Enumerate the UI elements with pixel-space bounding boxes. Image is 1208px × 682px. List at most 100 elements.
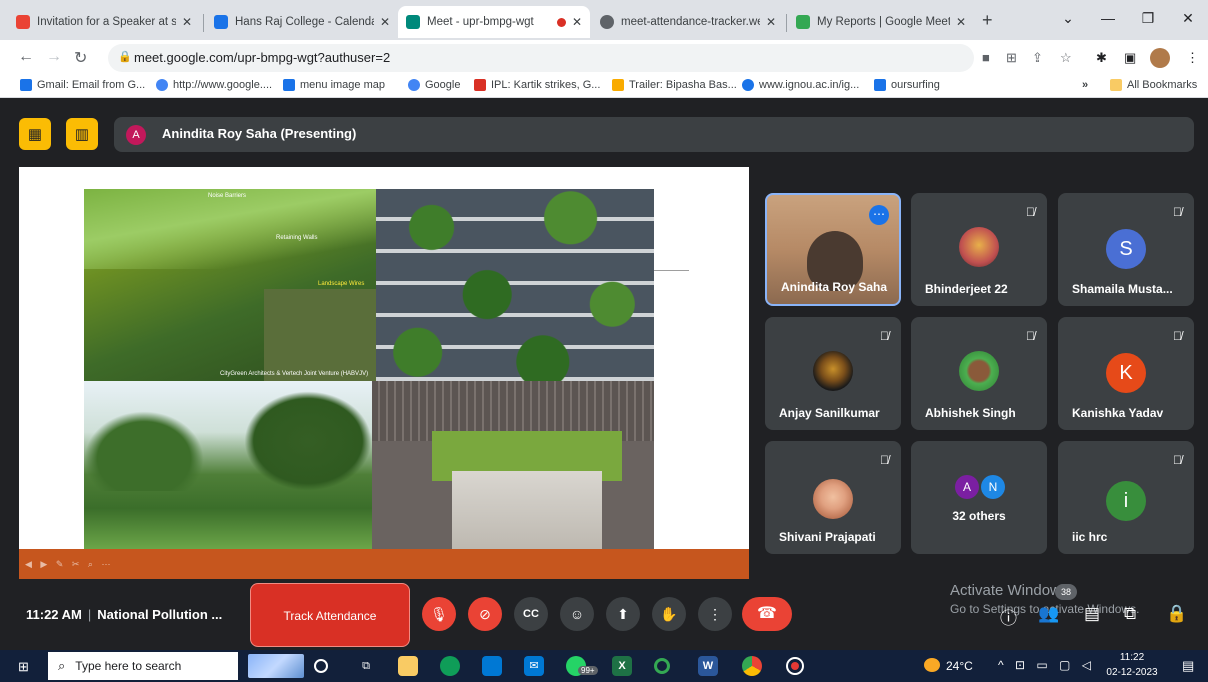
file-explorer-icon[interactable] (398, 656, 418, 676)
bookmark-menu-image-map[interactable]: menu image map (283, 79, 385, 91)
bookmark-oursurfing[interactable]: oursurfing (874, 79, 940, 91)
layout-icon[interactable]: ▦ (19, 118, 51, 150)
onedrive-icon[interactable] (654, 658, 670, 674)
search-placeholder[interactable]: Type here to search (75, 659, 181, 673)
raise-hand-button[interactable]: ✋ (652, 597, 686, 631)
tab-my-reports[interactable]: My Reports | Google Meet A ✕ (788, 6, 974, 38)
camera-icon[interactable]: ■ (982, 50, 990, 65)
recorder-icon[interactable] (786, 657, 804, 675)
participant-tile-shivani[interactable]: 🎙̸ Shivani Prajapati (765, 441, 901, 554)
participant-tile-abhishek[interactable]: 🎙̸ Abhishek Singh (911, 317, 1047, 430)
mail-icon[interactable]: ✉ (524, 656, 544, 676)
extensions-icon[interactable]: ✱ (1096, 50, 1107, 66)
participant-name: iic hrc (1072, 530, 1108, 544)
menu-icon[interactable]: ⋮ (1186, 50, 1199, 66)
task-view-icon[interactable]: ⧉ (356, 656, 376, 676)
bookmark-star-icon[interactable]: ☆ (1060, 50, 1072, 66)
windows-taskbar: ⊞ ⌕ Type here to search ⧉ ✉ 99+ X W 24°C… (0, 650, 1208, 682)
chrome-icon[interactable] (742, 656, 762, 676)
participant-tile-shamaila[interactable]: 🎙̸ S Shamaila Musta... (1058, 193, 1194, 306)
bookmark-google-link[interactable]: http://www.google.... (156, 79, 272, 91)
activities-icon[interactable]: ⧉ (1124, 604, 1136, 624)
windows-start-icon[interactable]: ⊞ (18, 659, 29, 675)
edge-icon[interactable] (440, 656, 460, 676)
store-icon[interactable] (482, 656, 502, 676)
close-icon[interactable]: ✕ (766, 15, 776, 29)
all-bookmarks[interactable]: All Bookmarks (1110, 79, 1197, 91)
bookmark-gmail[interactable]: Gmail: Email from G... (20, 79, 145, 91)
meeting-title[interactable]: National Pollution ... (97, 607, 222, 622)
close-icon[interactable]: ✕ (182, 15, 192, 29)
new-tab-icon[interactable]: + (982, 10, 993, 31)
forward-icon[interactable]: → (46, 48, 62, 66)
tab-attendance-tracker[interactable]: meet-attendance-tracker.we ✕ (592, 6, 784, 38)
close-icon[interactable]: ✕ (956, 15, 966, 29)
tab-calendar[interactable]: Hans Raj College - Calendar ✕ (206, 6, 398, 38)
emoji-button[interactable]: ☺ (560, 597, 594, 631)
participant-tile-iic-hrc[interactable]: 🎙̸ i iic hrc (1058, 441, 1194, 554)
others-avatar-n: N (981, 475, 1005, 499)
folder-icon (1110, 79, 1122, 91)
temperature[interactable]: 24°C (946, 659, 973, 673)
others-count: 32 others (952, 509, 1006, 523)
reload-icon[interactable]: ↻ (74, 48, 87, 68)
bookmark-overflow-icon[interactable]: » (1082, 79, 1088, 91)
participant-tile-anindita[interactable]: ⋯ Anindita Roy Saha (765, 193, 901, 306)
camera-off-button[interactable]: ⊘ (468, 597, 502, 631)
info-icon[interactable]: ⓘ (1000, 604, 1017, 629)
tray-icons[interactable]: ^ ⊡ ▭ ▢ ◁ (998, 658, 1095, 672)
url-text[interactable]: meet.google.com/upr-bmpg-wgt?authuser=2 (134, 50, 390, 65)
participant-tile-kanishka[interactable]: 🎙̸ K Kanishka Yadav (1058, 317, 1194, 430)
meeting-time: 11:22 AM (26, 607, 82, 622)
presenter-avatar: A (126, 125, 146, 145)
back-icon[interactable]: ← (18, 48, 34, 66)
google-icon (408, 79, 420, 91)
word-icon[interactable]: W (698, 656, 718, 676)
restore-icon[interactable]: ❐ (1128, 0, 1168, 36)
slide-caption: Landscape Wires (318, 281, 365, 287)
close-window-icon[interactable]: ✕ (1168, 0, 1208, 36)
close-icon[interactable]: ✕ (572, 15, 582, 29)
host-controls-icon[interactable]: 🔒 (1166, 604, 1187, 624)
address-bar[interactable]: 🔒 meet.google.com/upr-bmpg-wgt?authuser=… (108, 44, 974, 72)
bookmark-ignou[interactable]: www.ignou.ac.in/ig... (742, 79, 859, 91)
bookmark-ipl[interactable]: IPL: Kartik strikes, G... (474, 79, 600, 91)
participant-tile-others[interactable]: A N 32 others (911, 441, 1047, 554)
translate-icon[interactable]: ⊞ (1006, 50, 1017, 66)
bookmark-google[interactable]: Google (408, 79, 460, 91)
tab-search-icon[interactable]: ⌄ (1048, 0, 1088, 36)
clock-time[interactable]: 11:22 (1104, 652, 1160, 663)
taskbar-search[interactable]: ⌕ Type here to search (48, 652, 238, 680)
track-attendance-button[interactable]: Track Attendance (250, 583, 410, 647)
present-button[interactable]: ⬆ (606, 597, 640, 631)
bookmark-trailer[interactable]: Trailer: Bipasha Bas... (612, 79, 737, 91)
people-icon[interactable]: 👥 (1038, 604, 1059, 624)
sidepanel-icon[interactable]: ▣ (1124, 50, 1136, 66)
share-icon[interactable]: ⇪ (1032, 50, 1043, 66)
mic-off-button[interactable]: 🎙 (422, 597, 456, 631)
lock-icon[interactable]: 🔒 (118, 50, 132, 63)
slide-controls-icon[interactable]: ◀ ▶ ✎ ✂ ⌕ ⋯ (25, 559, 113, 570)
more-options-button[interactable]: ⋮ (698, 597, 732, 631)
bookmark-icon (20, 79, 32, 91)
cortana-icon[interactable] (314, 659, 328, 673)
clock-date[interactable]: 02-12-2023 (1104, 667, 1160, 678)
participant-name: Anindita Roy Saha (781, 280, 888, 294)
notification-icon[interactable]: ▤ (1182, 658, 1194, 674)
mic-off-icon: 🎙̸ (1173, 205, 1182, 219)
participant-tile-bhinderjeet[interactable]: 🎙̸ Bhinderjeet 22 (911, 193, 1047, 306)
chat-icon[interactable]: ▤ (1084, 604, 1100, 624)
close-icon[interactable]: ✕ (380, 15, 390, 29)
excel-icon[interactable]: X (612, 656, 632, 676)
captions-button[interactable]: CC (514, 597, 548, 631)
whatsapp-badge: 99+ (578, 666, 598, 675)
profile-avatar[interactable] (1150, 48, 1170, 68)
participant-tile-anjay[interactable]: 🎙̸ Anjay Sanilkumar (765, 317, 901, 430)
tab-title: Invitation for a Speaker at s (37, 16, 176, 28)
building-icon[interactable]: ▥ (66, 118, 98, 150)
tab-gmail[interactable]: Invitation for a Speaker at s ✕ (8, 6, 200, 38)
end-call-button[interactable]: ☎ (742, 597, 792, 631)
tab-meet[interactable]: Meet - upr-bmpg-wgt ✕ (398, 6, 590, 38)
more-options-icon[interactable]: ⋯ (869, 205, 889, 225)
minimize-icon[interactable]: — (1088, 0, 1128, 36)
